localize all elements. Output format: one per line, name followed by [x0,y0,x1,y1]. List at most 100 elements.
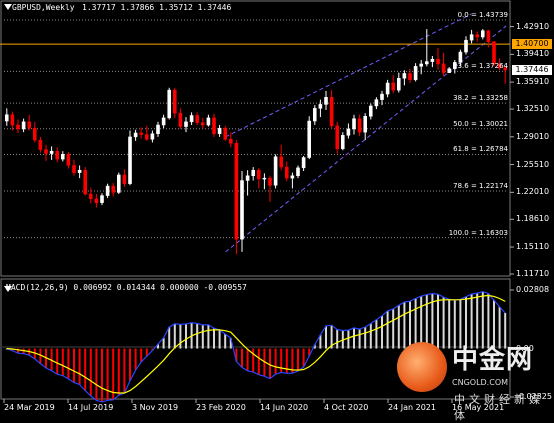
macd-histogram-bar [453,300,456,349]
fib-label: 0.0 = 1.43739 [457,11,508,20]
candle-body [397,77,401,91]
date-axis-label: 14 Jul 2019 [68,403,114,412]
candle-body [413,66,418,81]
candle-body [486,30,491,43]
candle-body [245,175,250,181]
macd-histogram-bar [386,310,389,349]
candle-body [100,195,104,203]
candle-body [380,93,384,100]
date-axis-label: 24 Jan 2021 [388,403,436,412]
macd-histogram-bar [493,300,495,349]
candle-body [111,185,115,193]
cngold-logo-icon [397,342,447,392]
macd-histogram-bar [106,348,109,401]
macd-histogram-bar [420,296,423,349]
macd-histogram-bar [375,319,378,349]
date-axis-label: 23 Feb 2020 [196,403,246,412]
candle-body [346,128,351,136]
candle-body [301,157,306,169]
macd-histogram-bar [67,348,70,379]
candle-body [195,115,199,123]
macd-histogram-bar [347,330,350,349]
candle-body [217,127,222,134]
fib-label: 23.6 = 1.37264 [453,62,508,71]
candle-body [324,97,328,105]
candle-body [49,150,54,154]
macd-histogram-bar [425,294,428,349]
candle-body [94,198,99,203]
macd-histogram-bar [173,323,176,349]
macd-histogram-bar [403,301,406,349]
macd-histogram-bar [498,306,501,349]
candle-body [61,154,65,160]
macd-histogram-bar [140,348,143,362]
macd-histogram-bar [129,348,131,381]
candle-body [27,121,31,129]
candle-body [122,174,127,184]
fibonacci-lines [4,19,508,239]
candle-body [167,89,171,119]
candle-body [363,116,367,133]
price-axis-label: 1.11710 [516,269,550,278]
date-axis-label: 14 Jun 2020 [260,403,309,412]
price-axis-label: 1.22010 [516,187,550,197]
macd-histogram-bar [252,348,255,373]
macd-histogram-bar [336,329,339,349]
watermark-site: CNGOLD.COM [452,378,509,387]
macd-histogram-bar [78,348,81,385]
date-axis-label: 24 Mar 2019 [4,403,55,412]
candle-body [458,51,463,63]
candle-body [128,136,132,184]
date-axis-label: 4 Oct 2020 [324,403,369,412]
macd-histogram-bar [297,348,299,372]
macd-histogram-bar [280,348,283,373]
candle-body [447,68,451,73]
macd-histogram-bar [369,323,372,349]
macd-histogram-bar [241,348,243,368]
candle-body [492,41,496,65]
candle-body [206,117,211,126]
macd-histogram-bar [101,348,103,402]
resistance-price-tag: 1.40700 [512,39,552,50]
candle-body [139,132,143,135]
candle-body [352,118,356,130]
candle-body [161,117,166,126]
candle-body [5,114,9,122]
candle-body [10,114,15,126]
candle-body [441,63,446,73]
macd-histogram-bar [442,297,445,349]
candle-body [55,150,59,160]
candle-body [369,105,373,117]
macd-histogram-bar [470,294,473,349]
candle-body [273,156,278,186]
macd-histogram-bar [397,305,400,349]
macd-histogram-bar [358,329,361,349]
price-axis-label: 1.35910 [516,77,550,87]
macd-histogram-bar [185,324,187,349]
candle-body [313,108,317,122]
chart-window[interactable]: GBPUSD,Weekly 1.37717 1.37866 1.35712 1.… [0,0,554,422]
fib-label: 100.0 = 1.16303 [448,228,508,237]
macd-histogram-bar [134,348,137,371]
candle-body [44,149,48,154]
candle-body [178,112,183,127]
macd-histogram-bar [409,301,411,349]
watermark-tagline: 中文财经新媒体 [454,393,544,422]
macd-histogram-bar [179,324,182,349]
candle-body [285,166,289,179]
price-axis-label: 1.39410 [516,49,550,59]
candle-body [156,124,160,134]
symbol-timeframe: GBPUSD,Weekly [12,3,75,12]
macd-histogram-bar [73,348,75,383]
dropdown-icon[interactable] [4,4,12,10]
date-axis-label: 3 Nov 2019 [132,403,179,412]
candle-body [257,169,261,180]
candle-body [89,193,93,200]
macd-histogram-bar [476,293,479,349]
candle-body [33,127,37,141]
macd-histogram-bar [168,327,171,349]
candle-body [430,58,435,62]
candle-body [357,118,362,133]
macd-histogram-bar [381,315,383,349]
candles [5,29,507,255]
